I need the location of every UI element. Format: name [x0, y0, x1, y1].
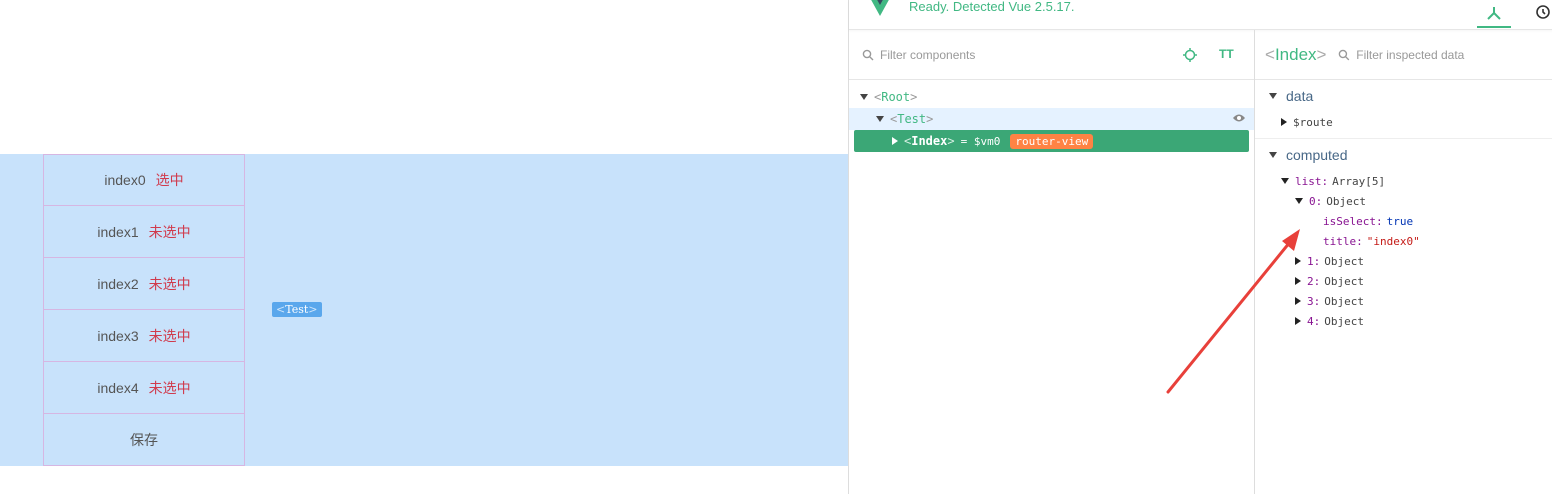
prop-value: Object [1324, 274, 1364, 288]
prop-key: isSelect: [1323, 214, 1383, 228]
filter-inspected-input[interactable] [1356, 47, 1552, 62]
expand-toggle-icon[interactable] [1295, 317, 1301, 325]
section-header-data[interactable]: data [1255, 88, 1552, 104]
expand-toggle-icon[interactable] [1295, 277, 1301, 285]
prop-key: 3: [1307, 294, 1321, 308]
expand-toggle-icon[interactable] [892, 137, 898, 145]
prop-value: Array[5] [1332, 174, 1386, 188]
expand-toggle-icon[interactable] [860, 94, 868, 100]
vm-reference: = $vm0 [960, 134, 1001, 148]
inspector-pane: <Index> data $route computed [1255, 30, 1552, 494]
devtools-header: Ready. Detected Vue 2.5.17. [849, 0, 1552, 30]
prop-object-1[interactable]: 1: Object [1255, 251, 1552, 271]
prop-key: list: [1295, 174, 1329, 188]
prop-route[interactable]: $route [1255, 112, 1552, 132]
expand-toggle-icon[interactable] [876, 116, 884, 122]
list-item[interactable]: index0 选中 [43, 154, 245, 206]
section-title: computed [1286, 147, 1348, 163]
prop-value: Object [1324, 294, 1364, 308]
search-icon [862, 49, 874, 60]
components-filter-bar: TT [849, 30, 1254, 80]
component-tree: < Root > < Test > < Index > = $vm0 router-view [849, 80, 1254, 152]
item-title: index0 [104, 172, 146, 188]
tab-components[interactable] [1477, 0, 1511, 28]
components-pane: TT <Root> <Test> <Index> = $vm0 router-v… [849, 30, 1255, 494]
prop-is-select[interactable]: isSelect: true [1255, 211, 1552, 231]
prop-value: true [1386, 214, 1414, 228]
search-icon [1339, 49, 1350, 60]
expand-toggle-icon[interactable] [1295, 297, 1301, 305]
expand-toggle-icon[interactable] [1269, 152, 1277, 158]
list-item[interactable]: index2 未选中 [43, 258, 245, 310]
section-header-computed[interactable]: computed [1255, 147, 1552, 163]
component-name: Test [285, 303, 309, 316]
item-state: 未选中 [148, 223, 191, 240]
prop-value: Object [1326, 194, 1366, 208]
app-page: index0 选中 index1 未选中 index2 未选中 index3 未… [0, 0, 848, 494]
prop-key: 0: [1309, 194, 1323, 208]
expand-toggle-icon[interactable] [1281, 118, 1287, 126]
list-item[interactable]: index3 未选中 [43, 310, 245, 362]
item-state: 未选中 [148, 379, 191, 396]
prop-value: Object [1324, 314, 1364, 328]
inspector-header: <Index> [1255, 30, 1552, 80]
prop-value: Object [1324, 254, 1364, 268]
item-state: 选中 [155, 172, 184, 188]
expand-toggle-icon[interactable] [1295, 198, 1303, 204]
prop-object-4[interactable]: 4: Object [1255, 311, 1552, 331]
prop-object-3[interactable]: 3: Object [1255, 291, 1552, 311]
save-button[interactable]: 保存 [43, 414, 245, 466]
item-title: index4 [97, 379, 139, 396]
prop-key: 4: [1307, 314, 1321, 328]
item-title: index2 [97, 275, 139, 292]
eye-icon[interactable] [1232, 113, 1246, 123]
item-state: 未选中 [148, 327, 191, 344]
prop-value: "index0" [1366, 234, 1420, 248]
item-state: 未选中 [148, 275, 191, 292]
filter-components-input[interactable] [880, 47, 1080, 62]
select-component-target-icon[interactable] [1183, 48, 1197, 62]
component-name-tag: <Test> [272, 302, 322, 317]
expand-toggle-icon[interactable] [1269, 93, 1277, 99]
item-title: index3 [97, 327, 139, 344]
vue-devtools: Ready. Detected Vue 2.5.17. TT [848, 0, 1552, 494]
prop-key: $route [1293, 115, 1333, 129]
prop-object-0[interactable]: 0: Object [1255, 191, 1552, 211]
vue-logo-icon [869, 0, 891, 16]
prop-title[interactable]: title: "index0" [1255, 231, 1552, 251]
item-title: index1 [97, 223, 139, 240]
node-name: Test [897, 112, 927, 126]
node-name: Root [881, 90, 911, 104]
section-title: data [1286, 88, 1314, 104]
expand-toggle-icon[interactable] [1295, 257, 1301, 265]
status-text: Ready. Detected Vue 2.5.17. [909, 0, 1075, 14]
prop-list[interactable]: list: Array[5] [1255, 171, 1552, 191]
prop-key: 2: [1307, 274, 1321, 288]
components-tree-icon [1487, 7, 1501, 20]
list-item[interactable]: index1 未选中 [43, 206, 245, 258]
history-icon [1536, 5, 1550, 19]
router-view-badge: router-view [1010, 133, 1094, 149]
node-name: Index [911, 134, 948, 148]
tree-node-index[interactable]: < Index > = $vm0 router-view [854, 130, 1249, 152]
format-names-icon[interactable]: TT [1219, 47, 1234, 61]
data-section: data $route [1255, 80, 1552, 139]
prop-object-2[interactable]: 2: Object [1255, 271, 1552, 291]
tab-history[interactable] [1525, 0, 1552, 28]
item-list: index0 选中 index1 未选中 index2 未选中 index3 未… [43, 154, 245, 466]
expand-toggle-icon[interactable] [1281, 178, 1289, 184]
prop-key: title: [1323, 234, 1363, 248]
inspected-component-name: Index [1274, 44, 1317, 64]
computed-section: computed list: Array[5] 0: Object isSele… [1255, 139, 1552, 337]
list-item[interactable]: index4 未选中 [43, 362, 245, 414]
inspected-component-title: <Index> [1265, 44, 1327, 64]
tree-node-test[interactable]: < Test > [849, 108, 1254, 130]
tree-node-root[interactable]: < Root > [849, 86, 1254, 108]
prop-key: 1: [1307, 254, 1321, 268]
